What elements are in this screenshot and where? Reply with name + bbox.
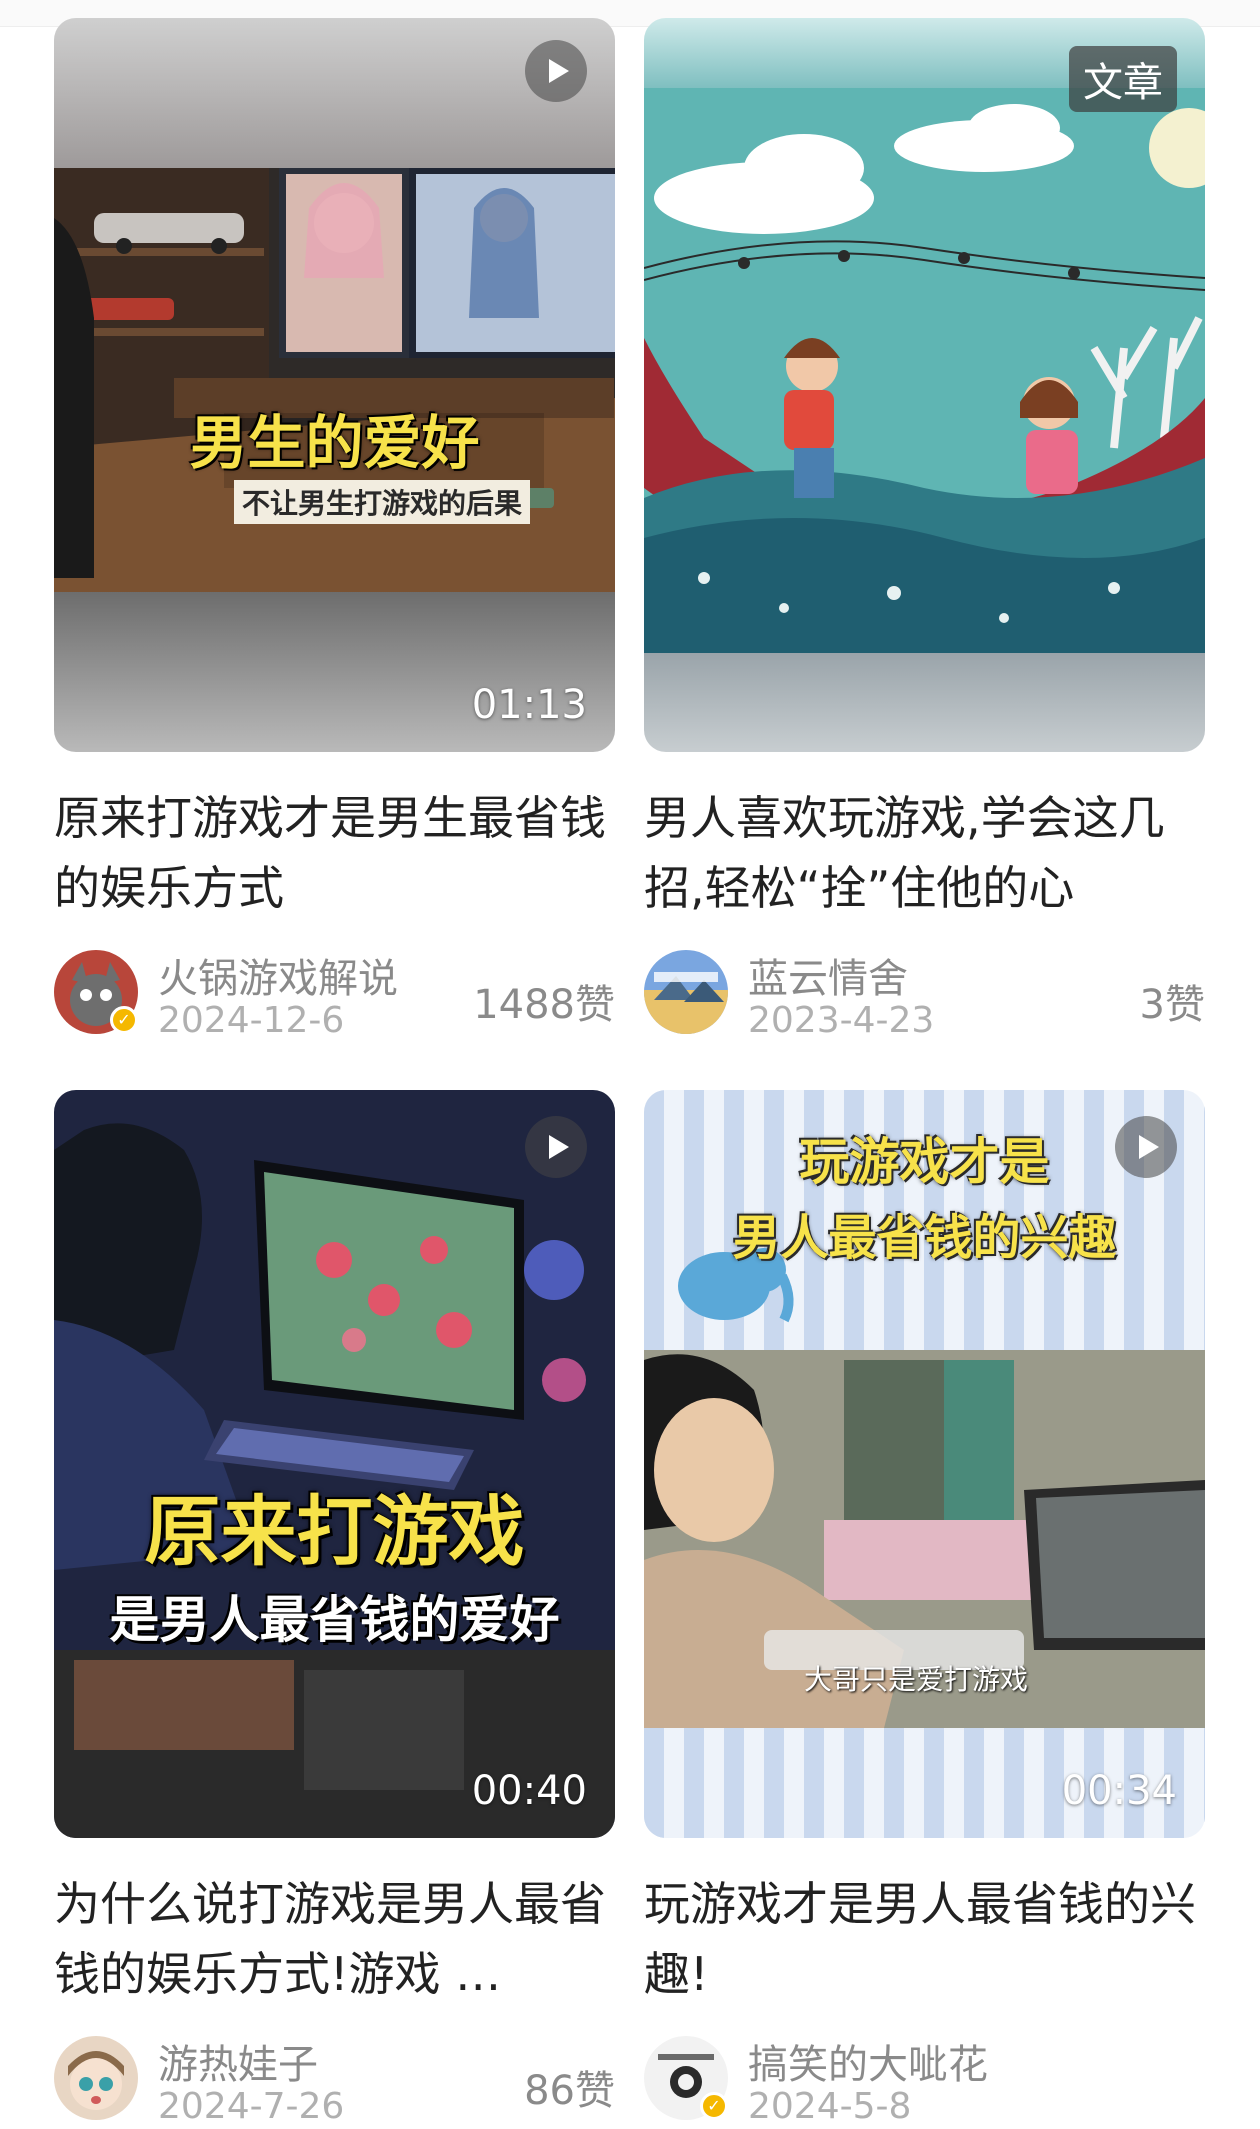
overlay-subtitle: 不让男生打游戏的后果 xyxy=(234,480,531,524)
card-title[interactable]: 玩游戏才是男人最省钱的兴趣! xyxy=(644,1869,1205,2009)
post-date: 2024-5-8 xyxy=(748,2086,912,2127)
verified-icon: ✓ xyxy=(700,2092,728,2120)
video-duration: 00:34 xyxy=(1061,1768,1177,1814)
author-avatar[interactable] xyxy=(644,950,728,1034)
feed-card-1[interactable]: 男生的爱好 不让男生打游戏的后果 01:13 原来打游戏才是男生最省钱的娱乐方式… xyxy=(54,18,615,1041)
video-thumbnail[interactable]: 原来打游戏 是男人最省钱的爱好 00:40 xyxy=(54,1090,615,1838)
play-icon[interactable] xyxy=(525,40,587,102)
post-date: 2023-4-23 xyxy=(748,1000,935,1041)
author-avatar[interactable] xyxy=(54,2036,138,2120)
post-date: 2024-12-6 xyxy=(158,1000,345,1041)
like-count[interactable]: 1488赞 xyxy=(473,972,615,1030)
video-caption: 大哥只是爱打游戏 xyxy=(804,1663,1029,1696)
video-thumbnail[interactable]: 男生的爱好 不让男生打游戏的后果 01:13 xyxy=(54,18,615,752)
play-icon[interactable] xyxy=(1115,1116,1177,1178)
feed-card-4[interactable]: 玩游戏才是 男人最省钱的兴趣 大哥只是爱打游戏 00:34 玩游戏才是男人最省钱… xyxy=(644,1090,1205,2129)
overlay-title: 男生的爱好 xyxy=(189,409,480,477)
author-name[interactable]: 火锅游戏解说 xyxy=(158,946,398,1004)
play-icon[interactable] xyxy=(525,1116,587,1178)
video-thumbnail[interactable]: 玩游戏才是 男人最省钱的兴趣 大哥只是爱打游戏 00:34 xyxy=(644,1090,1205,1838)
article-badge: 文章 xyxy=(1069,46,1177,112)
card-title[interactable]: 原来打游戏才是男生最省钱的娱乐方式 xyxy=(54,783,615,923)
overlay-subtitle: 是男人最省钱的爱好 xyxy=(109,1591,560,1649)
like-count[interactable]: 3赞 xyxy=(1140,972,1205,1030)
author-row[interactable]: ✓ 搞笑的大呲花 2024-5-8 xyxy=(644,2036,1205,2128)
author-name[interactable]: 蓝云情舍 xyxy=(748,946,908,1004)
author-name[interactable]: 搞笑的大呲花 xyxy=(748,2032,988,2090)
verified-icon: ✓ xyxy=(110,1006,138,1034)
post-date: 2024-7-26 xyxy=(158,2086,345,2127)
video-duration: 00:40 xyxy=(471,1768,587,1814)
author-row[interactable]: ✓ 火锅游戏解说 2024-12-6 1488赞 xyxy=(54,950,615,1042)
article-thumbnail[interactable]: 文章 xyxy=(644,18,1205,752)
overlay-title: 原来打游戏 xyxy=(144,1487,525,1576)
author-row[interactable]: 游热娃子 2024-7-26 86赞 xyxy=(54,2036,615,2128)
card-title[interactable]: 为什么说打游戏是男人最省钱的娱乐方式!游戏 … xyxy=(54,1869,615,2009)
video-duration: 01:13 xyxy=(471,682,587,728)
card-title[interactable]: 男人喜欢玩游戏,学会这几招,轻松“拴”住他的心 xyxy=(644,783,1205,923)
like-count[interactable]: 86赞 xyxy=(524,2058,615,2116)
feed-card-2[interactable]: 文章 男人喜欢玩游戏,学会这几招,轻松“拴”住他的心 蓝云情舍 2023-4-2… xyxy=(644,18,1205,1041)
author-row[interactable]: 蓝云情舍 2023-4-23 3赞 xyxy=(644,950,1205,1042)
overlay-subtitle: 男人最省钱的兴趣 xyxy=(732,1210,1117,1266)
feed-card-3[interactable]: 原来打游戏 是男人最省钱的爱好 00:40 为什么说打游戏是男人最省钱的娱乐方式… xyxy=(54,1090,615,2129)
author-name[interactable]: 游热娃子 xyxy=(158,2032,318,2090)
